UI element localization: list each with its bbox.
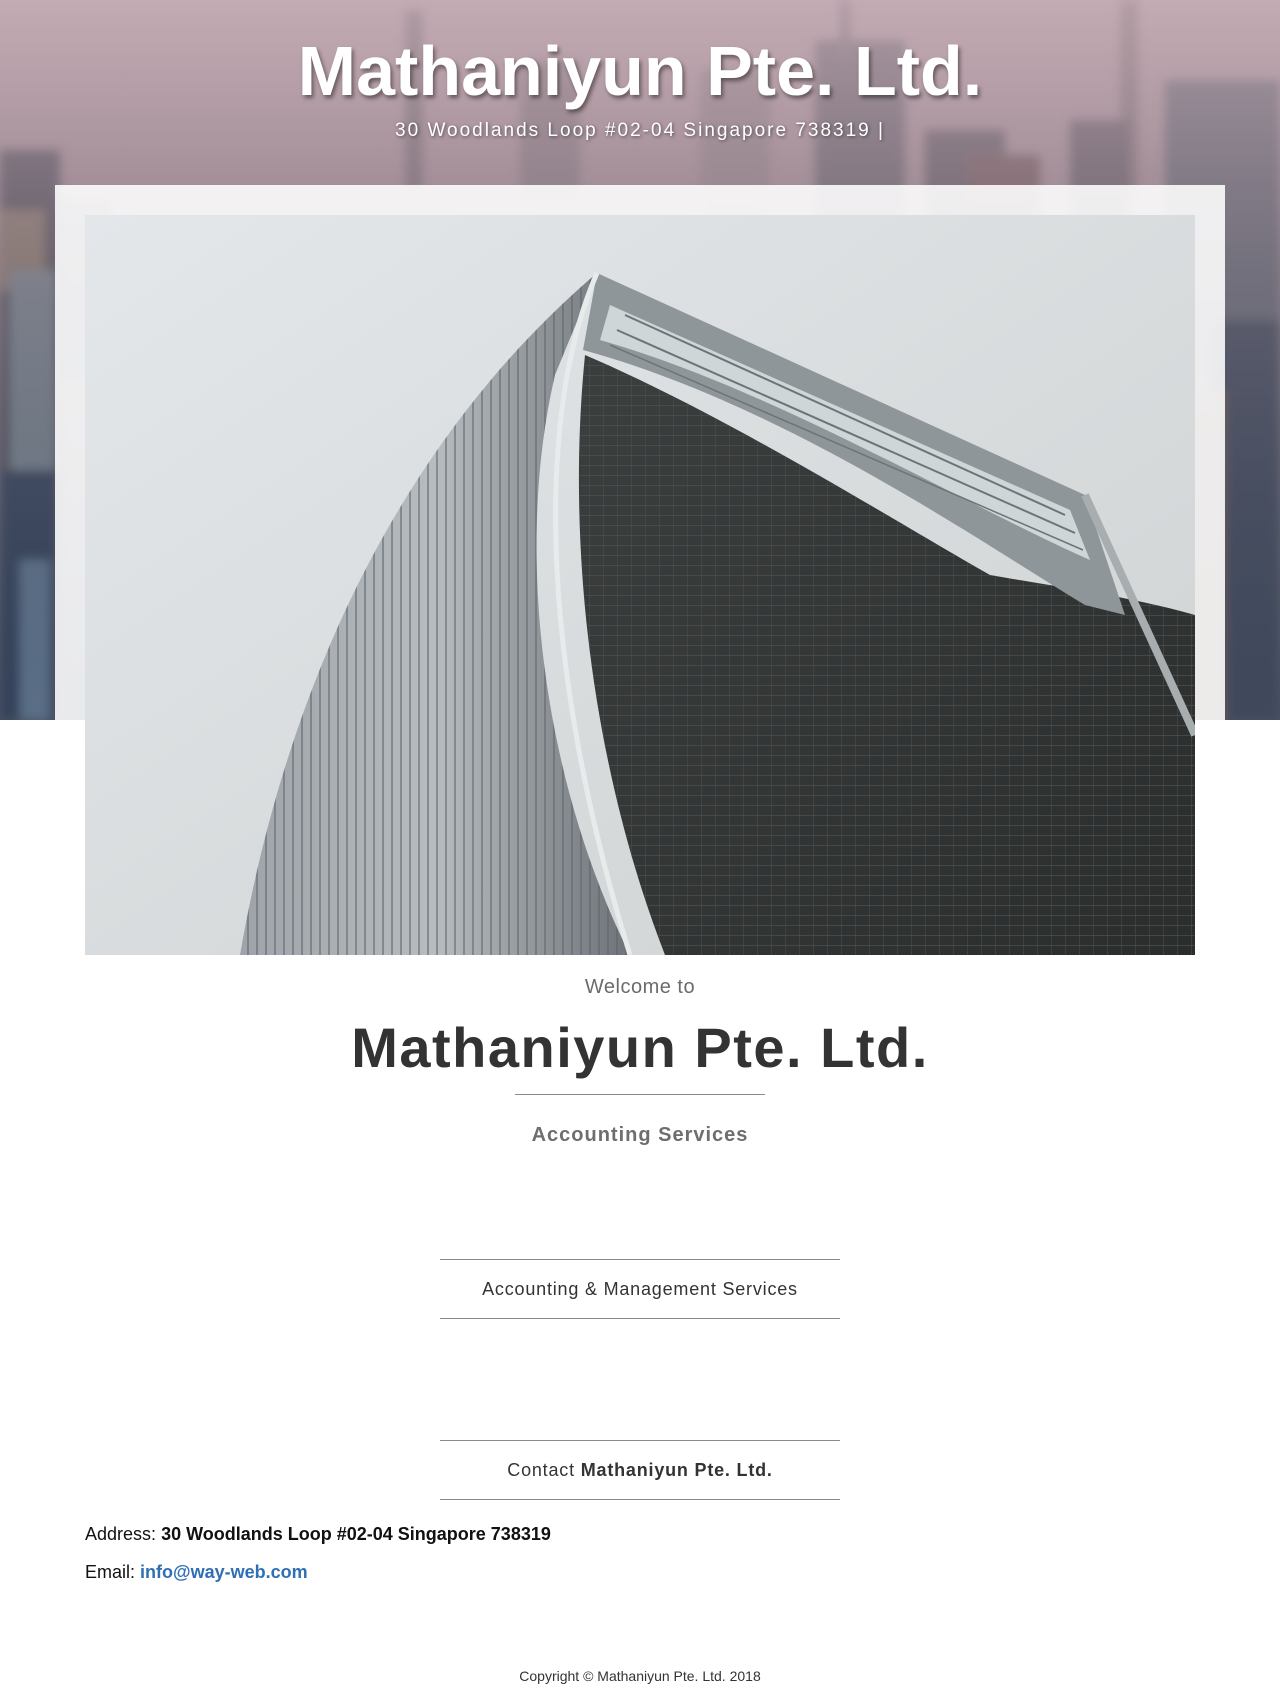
- welcome-intro: Welcome to: [584, 976, 696, 998]
- contact-heading-company: Mathaniyun Pte. Ltd.: [580, 1460, 773, 1480]
- header-address: 30 Woodlands Loop #02-04 Singapore 73831…: [395, 120, 885, 141]
- site-title: Mathaniyun Pte. Ltd.: [297, 32, 983, 110]
- contact-section-label: Contact Mathaniyun Pte. Ltd.: [440, 1440, 840, 1500]
- company-heading: Mathaniyun Pte. Ltd.: [351, 1016, 929, 1079]
- contact-email: Email: info@way-web.com: [85, 1562, 308, 1583]
- address-label: Address:: [85, 1524, 157, 1544]
- skyscraper-photo: [85, 215, 1195, 955]
- services-section-label: Accounting & Management Services: [440, 1259, 840, 1319]
- services-label-text: Accounting & Management Services: [482, 1279, 798, 1299]
- heading-divider: [515, 1094, 765, 1095]
- email-label: Email:: [85, 1562, 136, 1582]
- contact-heading-prefix: Contact: [507, 1460, 575, 1480]
- tagline: Accounting Services: [531, 1124, 749, 1146]
- page: Mathaniyun Pte. Ltd. 30 Woodlands Loop #…: [0, 0, 1280, 1707]
- contact-address: Address: 30 Woodlands Loop #02-04 Singap…: [85, 1524, 551, 1545]
- hero-photo: [85, 215, 1195, 955]
- footer-copyright: Copyright © Mathaniyun Pte. Ltd. 2018: [519, 1668, 761, 1684]
- email-link[interactable]: info@way-web.com: [140, 1562, 308, 1582]
- address-value: 30 Woodlands Loop #02-04 Singapore 73831…: [161, 1524, 551, 1544]
